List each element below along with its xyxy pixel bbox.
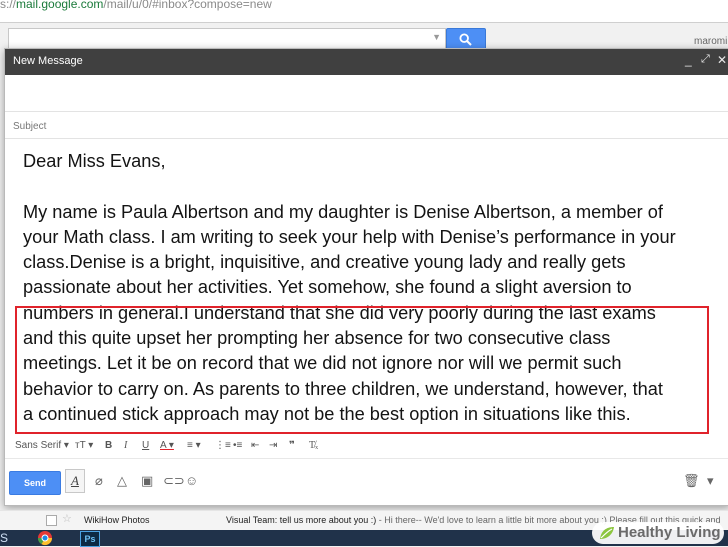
- healthy-living-watermark: Healthy Living: [592, 522, 724, 544]
- emoji-icon[interactable]: ☺: [185, 473, 198, 488]
- search-icon: [459, 33, 472, 46]
- send-button[interactable]: Send: [9, 471, 61, 495]
- star-icon[interactable]: ☆: [62, 512, 72, 525]
- insert-photo-icon[interactable]: ▣: [141, 473, 153, 489]
- body-line: and this quite upset her prompting her a…: [23, 328, 611, 349]
- gmail-search-input[interactable]: ▼: [8, 28, 446, 50]
- formatting-toolbar: Sans Serif ▾ ᴛT ▾ B I U A ▾ ≡ ▾ ⋮≡ •≡ ⇤ …: [5, 434, 728, 459]
- formatting-options-icon[interactable]: A: [65, 469, 85, 493]
- search-options-caret-icon[interactable]: ▼: [432, 32, 441, 42]
- taskbar-edge-icon[interactable]: S: [0, 531, 8, 545]
- subject-row: [5, 112, 728, 139]
- account-name[interactable]: maromi: [694, 36, 727, 47]
- compose-title-bar[interactable]: New Message _ ⤢ ✕: [5, 49, 728, 75]
- font-size-icon[interactable]: ᴛT ▾: [75, 440, 93, 451]
- watermark-text: Healthy Living: [618, 524, 721, 541]
- insert-link-icon[interactable]: ⊂⊃: [163, 473, 185, 489]
- attach-file-icon[interactable]: ⌀: [95, 473, 103, 489]
- indent-less-icon[interactable]: ⇤: [251, 440, 259, 451]
- font-family-select[interactable]: Sans Serif ▾: [15, 440, 69, 451]
- message-body[interactable]: Dear Miss Evans, My name is Paula Albert…: [23, 149, 723, 427]
- bold-icon[interactable]: B: [105, 440, 112, 451]
- leaf-logo-icon: [600, 527, 614, 539]
- body-line: class.Denise is a bright, inquisitive, a…: [23, 252, 626, 273]
- chrome-icon[interactable]: [34, 530, 56, 546]
- quote-icon[interactable]: ❞: [289, 440, 295, 451]
- discard-draft-icon[interactable]: 🗑: [683, 473, 700, 489]
- compose-actions: Send A ⌀ △ ▣ ⊂⊃ ☺ 🗑 ▾: [5, 461, 728, 505]
- text-color-icon[interactable]: A ▾: [160, 440, 174, 451]
- body-line: your Math class. I am writing to seek yo…: [23, 226, 676, 247]
- minimize-icon[interactable]: _: [685, 53, 692, 67]
- expand-icon[interactable]: ⤢: [701, 53, 710, 66]
- body-line: meetings. Let it be on record that we di…: [23, 353, 622, 374]
- recipients-field[interactable]: [5, 75, 728, 112]
- more-options-icon[interactable]: ▾: [707, 473, 714, 489]
- underline-icon[interactable]: U: [142, 440, 149, 451]
- url-text: s://mail.google.com/mail/u/0/#inbox?comp…: [0, 0, 272, 11]
- body-line: behavior to carry on. As parents to thre…: [23, 378, 663, 399]
- row-sender: WikiHow Photos: [84, 515, 150, 525]
- align-icon[interactable]: ≡ ▾: [187, 440, 201, 451]
- compose-window: New Message _ ⤢ ✕ Dear Miss Evans, My na…: [4, 48, 728, 506]
- body-line: numbers in general.I understand that she…: [23, 302, 656, 323]
- close-icon[interactable]: ✕: [717, 53, 727, 67]
- font-family-label: Sans Serif: [15, 440, 62, 451]
- numbered-list-icon[interactable]: ⋮≡: [215, 440, 231, 451]
- browser-address-bar[interactable]: s://mail.google.com/mail/u/0/#inbox?comp…: [0, 0, 728, 23]
- url-scheme: s://: [0, 0, 17, 11]
- compose-title: New Message: [13, 55, 83, 67]
- url-host: mail.google.com: [16, 0, 104, 11]
- row-checkbox[interactable]: [46, 515, 57, 526]
- body-line: passionate about her activities. Yet som…: [23, 277, 632, 298]
- body-line: a continued stick approach may not be th…: [23, 403, 631, 424]
- row-subject: Visual Team: tell us more about you :): [226, 515, 377, 525]
- subject-input[interactable]: [11, 116, 715, 136]
- salutation: Dear Miss Evans,: [23, 151, 166, 171]
- bulleted-list-icon[interactable]: •≡: [233, 440, 242, 451]
- body-line: My name is Paula Albertson and my daught…: [23, 201, 663, 222]
- google-drive-icon[interactable]: △: [117, 473, 127, 489]
- photoshop-icon[interactable]: Ps: [80, 531, 100, 547]
- italic-icon[interactable]: I: [124, 440, 127, 451]
- remove-formatting-icon[interactable]: T̸ₓ: [309, 440, 318, 451]
- url-path: /mail/u/0/#inbox?compose=new: [103, 0, 272, 11]
- indent-more-icon[interactable]: ⇥: [269, 440, 277, 451]
